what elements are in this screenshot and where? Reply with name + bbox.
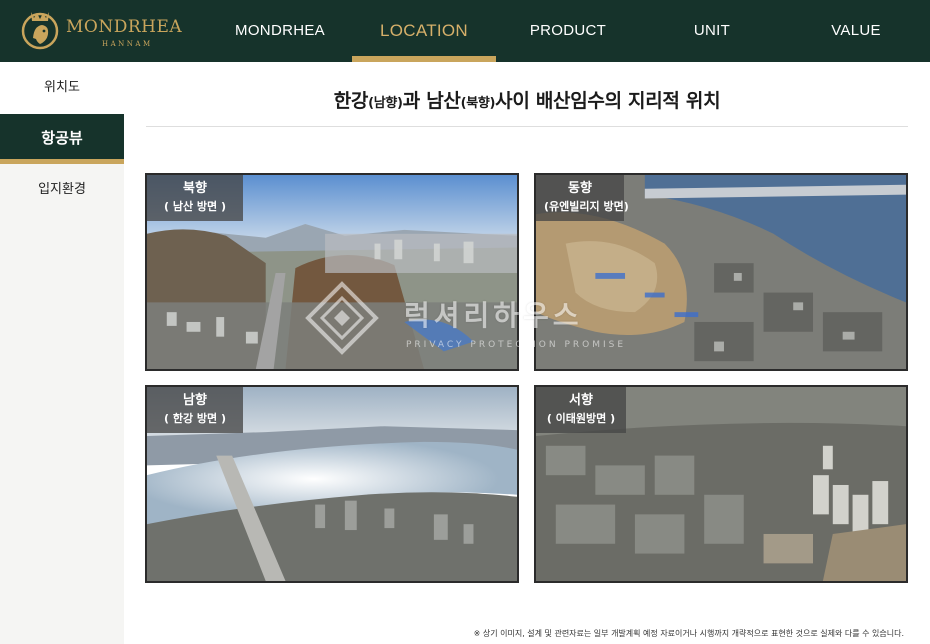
direction-subtitle: (유엔빌리지 방면) [544, 200, 629, 213]
direction-subtitle: ( 이태원방면 ) [546, 412, 616, 425]
sub-nav-sidebar: 위치도 항공뷰 입지환경 [0, 62, 124, 644]
aerial-photo-north[interactable]: 북향 ( 남산 방면 ) [145, 173, 519, 371]
brand-sub: HANNAM [102, 40, 153, 48]
direction-label: 남향 [183, 393, 207, 408]
title-part-2: 과 남산 [402, 90, 461, 112]
brand-logo[interactable]: MONDRHEA HANNAM [20, 8, 190, 54]
main-nav: MONDRHEA LOCATION PRODUCT UNIT VALUE [208, 0, 930, 62]
direction-label: 서향 [569, 393, 593, 408]
sidebar-item-location-map[interactable]: 위치도 [0, 62, 124, 114]
aerial-photo-west[interactable]: 서향 ( 이태원방면 ) [534, 385, 908, 583]
brand-name: MONDRHEA [66, 17, 183, 37]
direction-subtitle: ( 남산 방면 ) [163, 200, 227, 213]
top-header: MONDRHEA HANNAM MONDRHEA LOCATION PRODUC… [0, 0, 930, 62]
page-title: 한강(남향)과 남산(북향)사이 배산임수의 지리적 위치 [124, 86, 930, 113]
title-part-1: 한강 [333, 90, 369, 112]
aerial-photo-south[interactable]: 남향 ( 한강 방면 ) [145, 385, 519, 583]
title-divider [146, 126, 908, 127]
title-paren-1: (남향) [368, 96, 403, 111]
direction-badge-south: 남향 ( 한강 방면 ) [147, 387, 243, 433]
nav-value[interactable]: VALUE [784, 0, 928, 62]
direction-badge-east: 동향 (유엔빌리지 방면) [536, 175, 629, 221]
nav-unit[interactable]: UNIT [640, 0, 784, 62]
nav-location[interactable]: LOCATION [352, 0, 496, 62]
aerial-photo-east[interactable]: 동향 (유엔빌리지 방면) [534, 173, 908, 371]
sidebar-item-environment[interactable]: 입지환경 [0, 164, 124, 216]
direction-badge-north: 북향 ( 남산 방면 ) [147, 175, 243, 221]
nav-product[interactable]: PRODUCT [496, 0, 640, 62]
nav-mondrhea[interactable]: MONDRHEA [208, 0, 352, 62]
main-content: 한강(남향)과 남산(북향)사이 배산임수의 지리적 위치 북향 (남산 방면… [124, 62, 930, 644]
direction-badge-west: 서향 ( 이태원방면 ) [536, 387, 626, 433]
direction-label: 북향 [183, 181, 207, 196]
title-paren-2: (북향) [460, 96, 496, 111]
lion-crest-icon [21, 12, 59, 50]
direction-subtitle: ( 한강 방면 ) [163, 412, 227, 425]
disclaimer-footnote: ※ 상기 이미지, 설계 및 관련자료는 일부 개발계획 예정 자료이거나 시행… [473, 629, 904, 638]
sidebar-item-aerial-view[interactable]: 항공뷰 [0, 114, 124, 164]
direction-label: 동향 [568, 181, 592, 196]
title-part-3: 사이 배산임수의 지리적 위치 [495, 90, 721, 112]
